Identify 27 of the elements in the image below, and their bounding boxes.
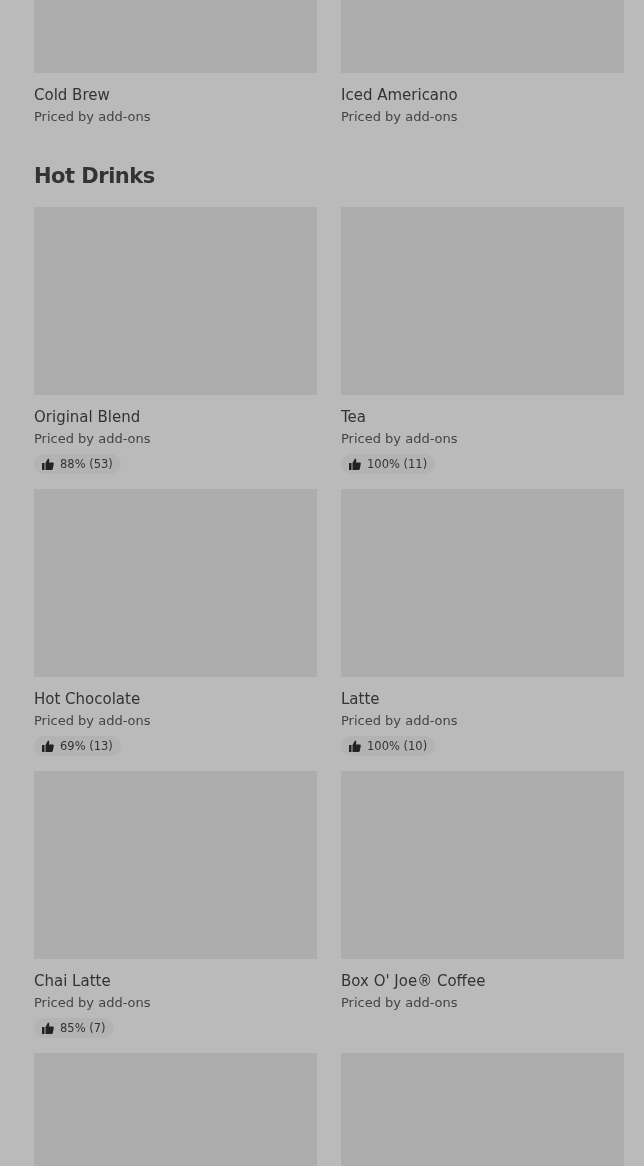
item-name[interactable]: Hot Chocolate (34, 689, 141, 709)
item-name[interactable]: Cold Brew (34, 85, 110, 105)
thumbs-up-icon (349, 740, 361, 752)
item-price-note: Priced by add-ons (341, 994, 458, 1012)
item-name[interactable]: Tea (341, 407, 367, 427)
rating-badge: 85% (7) (34, 1018, 114, 1038)
thumbs-up-icon (42, 458, 54, 470)
item-name[interactable]: Original Blend (34, 407, 141, 427)
item-price-note: Priced by add-ons (34, 430, 151, 448)
item-name[interactable]: Box O' Joe® Coffee (341, 971, 486, 991)
thumbs-up-icon (349, 458, 361, 470)
item-price-note: Priced by add-ons (34, 108, 151, 126)
item-name[interactable]: Chai Latte (34, 971, 111, 991)
rating-badge: 100% (10) (341, 736, 436, 756)
thumbs-up-icon (42, 740, 54, 752)
rating-badge: 88% (53) (34, 454, 121, 474)
item-name[interactable]: Latte (341, 689, 380, 709)
item-price-note: Priced by add-ons (34, 994, 151, 1012)
item-price-note: Priced by add-ons (341, 712, 458, 730)
item-price-note: Priced by add-ons (341, 108, 458, 126)
rating-badge: 69% (13) (34, 736, 121, 756)
thumbs-up-icon (42, 1022, 54, 1034)
section-heading: Hot Drinks (34, 163, 156, 190)
item-name[interactable]: Iced Americano (341, 85, 458, 105)
rating-badge: 100% (11) (341, 454, 436, 474)
item-price-note: Priced by add-ons (341, 430, 458, 448)
item-price-note: Priced by add-ons (34, 712, 151, 730)
